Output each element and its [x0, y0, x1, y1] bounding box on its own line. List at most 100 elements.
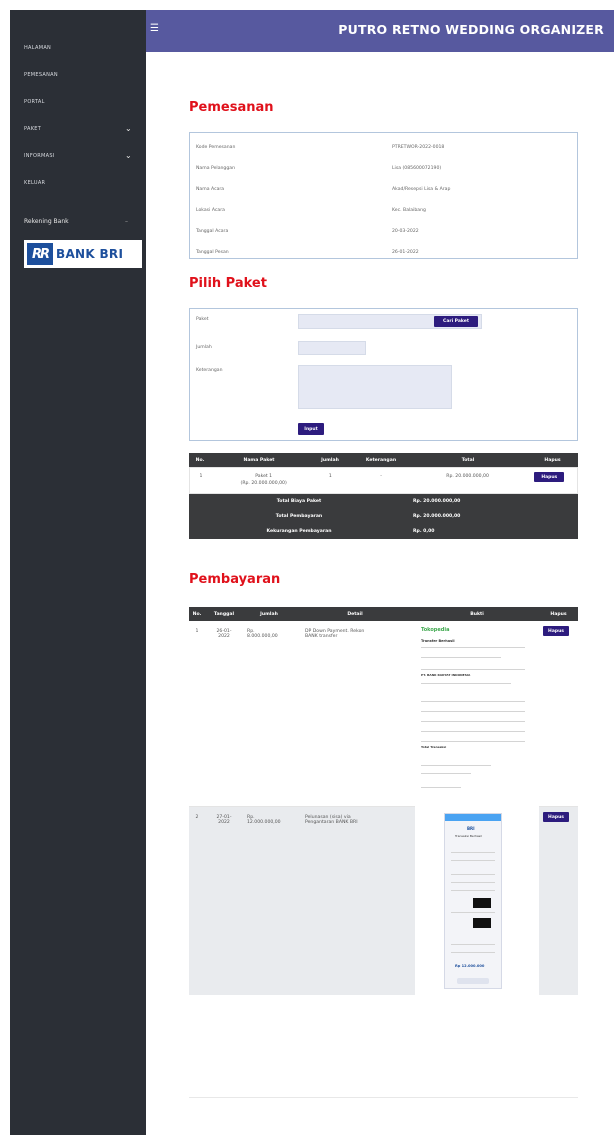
total-value: Rp. 20.000.000,00: [413, 499, 461, 504]
package-form: Paket Cari Paket Jumlah Keterangan Input: [189, 308, 578, 441]
info-value: Akad/Resepsi Lisa & Arap: [392, 187, 451, 192]
info-row: Tanggal Acara 20-03-2022: [190, 221, 577, 242]
sidebar-item-keluar[interactable]: KELUAR: [10, 169, 146, 196]
cell-date: 27-01- 2022: [205, 807, 243, 995]
sidebar-item-halaman[interactable]: HALAMAN: [10, 34, 146, 61]
payment-proof-image[interactable]: Tokopedia Transfer Berhasil PT. BANK RAK…: [415, 621, 539, 807]
total-row: Total Pembayaran Rp. 20.000.000,00: [189, 509, 578, 524]
info-label: Kode Pemesanan: [196, 145, 236, 150]
package-form-title: Pilih Paket: [189, 276, 267, 291]
sidebar-item-label: PEMESANAN: [24, 71, 58, 78]
info-value: Kec. Balaibang: [392, 208, 426, 213]
info-value: PTRETWOR-2022-0018: [392, 145, 445, 150]
brand-title: PUTRO RETNO WEDDING ORGANIZER: [338, 22, 604, 37]
info-row: Nama Acara Akad/Resepsi Lisa & Arap: [190, 179, 577, 200]
proof-logo: Tokopedia: [421, 627, 450, 633]
info-label: Tanggal Pesan: [196, 250, 229, 255]
cell-no: 1: [195, 629, 199, 634]
table-header: No. Tanggal Jumlah Detail Bukti Hapus: [189, 607, 578, 621]
info-value: 26-01-2022: [392, 250, 419, 255]
jumlah-label: Jumlah: [196, 345, 212, 350]
delete-payment-button[interactable]: Hapus: [543, 812, 569, 822]
column-header: Nama Paket: [243, 457, 275, 463]
info-label: Lokasi Acara: [196, 208, 225, 213]
sidebar-item-label: KELUAR: [24, 179, 46, 186]
cell-total: Rp. 20.000.000,00: [446, 474, 489, 479]
info-value: 20-03-2022: [392, 229, 419, 234]
table-header: No. Nama Paket Jumlah Keterangan Total H…: [189, 453, 578, 467]
table-row: 1 26-01- 2022 Rp. 8.000.000,00 DP Down P…: [189, 621, 578, 807]
cell-action: Hapus: [526, 472, 577, 493]
chevron-down-icon: ⌄: [124, 124, 132, 133]
cell-qty: 1: [328, 474, 332, 479]
total-label: Total Biaya Paket: [276, 499, 322, 504]
total-label: Total Pembayaran: [275, 514, 323, 519]
sidebar-item-portal[interactable]: PORTAL: [10, 88, 146, 115]
keterangan-textarea[interactable]: [298, 365, 452, 409]
delete-payment-button[interactable]: Hapus: [543, 626, 569, 636]
package-table: No. Nama Paket Jumlah Keterangan Total H…: [189, 453, 578, 539]
table-row: 2 27-01- 2022 Rp. 12.000.000,00 Pelunasa…: [189, 807, 578, 995]
cell-no: 2: [195, 815, 199, 820]
total-row: Kekurangan Pembayaran Rp. 0,00: [189, 524, 578, 539]
paket-label: Paket: [196, 317, 209, 322]
sidebar-menu: HALAMAN PEMESANAN PORTAL PAKET ⌄ INFORMAS…: [10, 10, 146, 196]
info-label: Nama Acara: [196, 187, 225, 192]
sidebar-bank-toggle[interactable]: Rekening Bank –: [10, 210, 146, 232]
total-value: Rp. 0,00: [413, 529, 435, 534]
bri-logo-text: BANK BRI: [56, 247, 124, 261]
jumlah-input[interactable]: [298, 341, 366, 355]
sidebar-item-pemesanan[interactable]: PEMESANAN: [10, 61, 146, 88]
column-header: No.: [195, 457, 205, 463]
order-info-box: Kode Pemesanan PTRETWOR-2022-0018 Nama Pe…: [189, 132, 578, 259]
cell-detail: DP Down Payment. Rekon BANK transfer: [295, 621, 415, 806]
cell-detail: Pelunasan (sisa) via Pengantaran BANK BR…: [295, 807, 415, 995]
column-header: Bukti: [470, 611, 484, 617]
proof-logo: BRI: [467, 826, 475, 831]
payment-title: Pembayaran: [189, 572, 281, 587]
column-header: Detail: [347, 611, 363, 617]
package-price: (Rp. 20.000.000,00): [240, 481, 287, 486]
hamburger-icon[interactable]: ☰: [150, 23, 159, 34]
sidebar-item-label: PAKET: [24, 125, 42, 132]
table-row: 1 Paket 1 (Rp. 20.000.000,00) 1 - Rp. 20…: [189, 467, 578, 494]
bank-label: Rekening Bank: [24, 217, 69, 225]
proof-title: Transfer Berhasil: [421, 639, 455, 643]
total-label: Kekurangan Pembayaran: [266, 529, 332, 534]
package-name: Paket 1: [255, 474, 273, 479]
delete-package-button[interactable]: Hapus: [534, 472, 565, 482]
column-header: Hapus: [550, 611, 567, 617]
chevron-down-icon: ⌄: [124, 151, 132, 160]
column-header: Keterangan: [365, 457, 397, 463]
keterangan-label: Keterangan: [196, 368, 223, 373]
column-header: No.: [192, 611, 202, 617]
cell-package-name: Paket 1 (Rp. 20.000.000,00): [212, 474, 308, 493]
cell-note: -: [380, 474, 382, 479]
chevron-icon: –: [125, 217, 128, 225]
proof-title: Transaksi Berhasil: [455, 834, 482, 838]
bank-bri-logo: RR BANK BRI: [24, 240, 142, 268]
sidebar-item-informasi[interactable]: INFORMASI ⌄: [10, 142, 146, 169]
detail-line: BANK transfer: [305, 634, 338, 639]
info-row: Lokasi Acara Kec. Balaibang: [190, 200, 577, 221]
input-button[interactable]: Input: [298, 423, 324, 435]
column-header: Hapus: [544, 457, 561, 463]
total-row: Total Biaya Paket Rp. 20.000.000,00: [189, 494, 578, 509]
column-header: Jumlah: [260, 611, 278, 617]
info-row: Nama Pelanggan Lisa (085600072190): [190, 158, 577, 179]
cell-amount: Rp. 8.000.000,00: [243, 621, 295, 806]
cell-action: Hapus: [539, 807, 578, 995]
info-label: Nama Pelanggan: [196, 166, 235, 171]
date-line: 2022: [218, 820, 230, 825]
sidebar-item-paket[interactable]: PAKET ⌄: [10, 115, 146, 142]
amount-line: 8.000.000,00: [247, 634, 278, 639]
cell-date: 26-01- 2022: [205, 621, 243, 806]
date-line: 2022: [218, 634, 230, 639]
find-package-button[interactable]: Cari Paket: [434, 316, 478, 327]
footer-divider: [189, 1097, 578, 1098]
payment-proof-image[interactable]: BRI Transaksi Berhasil Rp 12.000.000: [415, 807, 539, 995]
share-button-graphic: [457, 978, 489, 984]
order-title: Pemesanan: [189, 100, 274, 115]
proof-bank: PT. BANK RAKYAT INDONESIA: [421, 673, 471, 677]
redaction-block: [473, 918, 491, 928]
